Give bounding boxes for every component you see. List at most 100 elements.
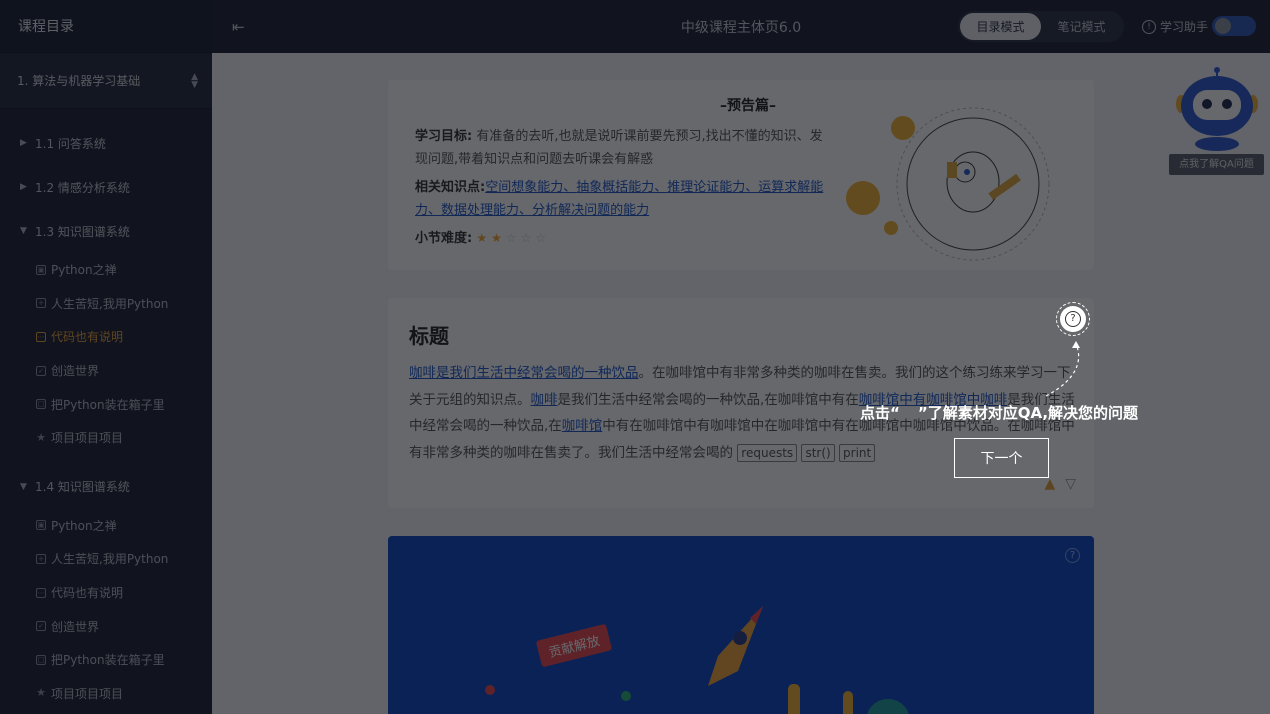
learning-goal: 学习目标: 有准备的去听,也就是说听课前要先预习,找出不懂的知识、发现问题,带着… [415,125,830,171]
image-icon: ▣ [36,520,46,531]
sidebar-item[interactable]: □ 把Python装在箱子里 [0,387,212,421]
guide-text: 点击“ ”了解素材对应QA,解决您的问题 [860,402,1138,423]
article-text-2: 是我们生活中经常会喝的一种饮品,在咖啡馆中有在 [557,391,859,408]
sidebar-group[interactable]: ▶ 1.2 情感分析系统 [0,165,212,209]
sidebar-item-label: 项目项目项目 [51,686,124,701]
box-icon: □ [36,399,46,410]
sidebar-item[interactable]: ▣ Python之禅 [0,509,212,543]
caret-down-icon: ▼ [20,226,27,236]
sidebar-item-label: 创造世界 [51,364,100,379]
robot-tooltip[interactable]: 点我了解QA问题 [1169,154,1264,175]
sidebar-group[interactable]: ▼ 1.3 知识图谱系统 [0,209,212,253]
feedback: ▲ ▽ [1044,476,1076,492]
goal-text: 有准备的去听,也就是说听课前要先预习,找出不懂的知识、发现问题,带着知识点和问题… [415,129,823,167]
caret-right-icon: ▶ [20,182,27,192]
sidebar-group[interactable]: ▼ 1.4 知识图谱系统 [0,465,212,509]
sidebar-item[interactable]: ★ 项目项目项目 [0,677,212,711]
star-filled-icon: ★ [476,231,492,245]
sidebar-item-label: 项目项目项目 [51,431,124,446]
knowledge-link[interactable]: 推理论证能力 [667,180,745,195]
robot-assistant-icon[interactable] [1175,64,1259,154]
chevron-up-down-icon: ▲ ▼ [191,71,198,90]
related-knowledge: 相关知识点:空间想象能力、抽象概括能力、推理论证能力、运算求解能力、数据处理能力… [415,180,824,218]
image-icon: ▣ [36,264,46,275]
topbar: ⇤ 中级课程主体页6.0 目录模式 笔记模式 ! 学习助手 [212,0,1270,53]
caret-down-icon: ▼ [20,481,27,492]
sidebar-tree: ▶ 1.1 问答系统 ▶ 1.2 情感分析系统 ▼ 1.3 知识图谱系统 ▣ Python之禅… [0,109,212,714]
sidebar-item[interactable]: ✓ 创造世界 [0,609,212,643]
plus-box-icon: + [36,298,46,309]
check-box-icon: ✓ [36,365,46,376]
knowledge-link[interactable]: 抽象概括能力 [576,180,654,195]
star-icon: ★ [36,686,46,700]
sidebar-group-label: 1.2 情感分析系统 [35,180,130,195]
sidebar-item-label: 人生苦短,我用Python [51,552,169,567]
sidebar-item[interactable]: ⋯ 代码也有说明 [0,576,212,610]
sidebar-item[interactable]: □ 把Python装在箱子里 [0,643,212,677]
sidebar-item[interactable]: ★ 项目项目项目 [0,421,212,455]
check-box-icon: ✓ [36,621,46,632]
sidebar-item-label: 把Python装在箱子里 [51,397,165,412]
toggle-knob [1215,18,1231,34]
knowledge-link[interactable]: 空间想象能力 [485,180,563,195]
thumbs-down-icon[interactable]: ▽ [1065,476,1076,492]
help-icon[interactable]: ? [1065,548,1080,563]
sidebar-title: 课程目录 [0,0,212,53]
article-link-2[interactable]: 咖啡 [531,392,558,408]
sidebar: 课程目录 1. 算法与机器学习基础 ▲ ▼ ▶ 1.1 问答系统 ▶ 1.2 情感分析系… [0,0,212,714]
banner-tag: 贡献解放 [535,623,613,668]
code-tag: print [839,443,876,462]
exclamation-icon: ! [1142,19,1156,34]
sidebar-group[interactable]: ▶ 1.1 问答系统 [0,121,212,165]
course-select[interactable]: 1. 算法与机器学习基础 ▲ ▼ [0,53,212,109]
code-tag: requests [737,443,798,462]
sidebar-item-label: 代码也有说明 [51,586,124,601]
banner-image: ? 贡献解放 [388,536,1094,714]
knowledge-label: 相关知识点: [415,180,486,195]
astronaut-illustration [846,107,1050,261]
sidebar-group-label: 1.1 问答系统 [35,136,106,151]
assistant-toggle[interactable] [1212,16,1256,36]
article-link-4[interactable]: 咖啡馆 [562,418,603,434]
box-icon: □ [36,654,46,665]
star-empty-icon: ☆ [535,231,551,245]
guide-arrow [1045,341,1080,397]
sidebar-item[interactable]: + 人生苦短,我用Python [0,287,212,321]
code-icon: ⋯ [36,331,46,342]
sidebar-item[interactable]: ▣ Python之禅 [0,253,212,287]
article-link-1[interactable]: 咖啡是我们生活中经常会喝的一种饮品 [409,365,639,381]
star-empty-icon: ☆ [505,231,521,245]
question-icon: ? [1065,311,1081,327]
preview-card: –预告篇– 学习目标: 有准备的去听,也就是说听课前要先预习,找出不懂的知识、发… [388,80,1094,270]
difficulty-label: 小节难度: [415,231,473,246]
sidebar-item-label: 人生苦短,我用Python [51,296,169,311]
sidebar-item[interactable]: ✓ 创造世界 [0,354,212,388]
knowledge-link[interactable]: 分析解决问题的能力 [532,203,649,218]
knowledge-link[interactable]: 数据处理能力 [441,203,519,218]
goal-label: 学习目标: [415,129,473,144]
guide-text-before: 点击“ [860,404,900,422]
assistant-label-wrap: ! 学习助手 [1142,18,1208,35]
article-title: 标题 [409,324,449,348]
caret-right-icon: ▶ [20,138,27,148]
decor-shapes [485,684,909,714]
sidebar-item-label: 把Python装在箱子里 [51,653,165,668]
mode-catalog-button[interactable]: 目录模式 [960,13,1041,40]
sidebar-item-label: 代码也有说明 [51,330,124,345]
collapse-sidebar-icon[interactable]: ⇤ [232,18,245,36]
guide-spotlight[interactable]: ? [1056,302,1090,336]
sidebar-item-label: Python之禅 [51,263,117,278]
mode-switch: 目录模式 笔记模式 [958,11,1124,42]
difficulty-stars: ★★☆☆☆ [476,231,550,245]
next-button[interactable]: 下一个 [954,438,1049,478]
plus-box-icon: + [36,553,46,564]
sidebar-item-label: 创造世界 [51,619,100,634]
thumbs-up-icon[interactable]: ▲ [1044,476,1055,492]
course-select-value: 1. 算法与机器学习基础 [17,74,141,88]
sidebar-item[interactable]: + 人生苦短,我用Python [0,542,212,576]
mode-notes-button[interactable]: 笔记模式 [1041,13,1122,40]
guide-spotlight-inner: ? [1060,306,1086,332]
star-icon: ★ [36,430,46,444]
assistant-label: 学习助手 [1160,20,1209,34]
sidebar-item[interactable]: ⋯ 代码也有说明 [0,320,212,354]
